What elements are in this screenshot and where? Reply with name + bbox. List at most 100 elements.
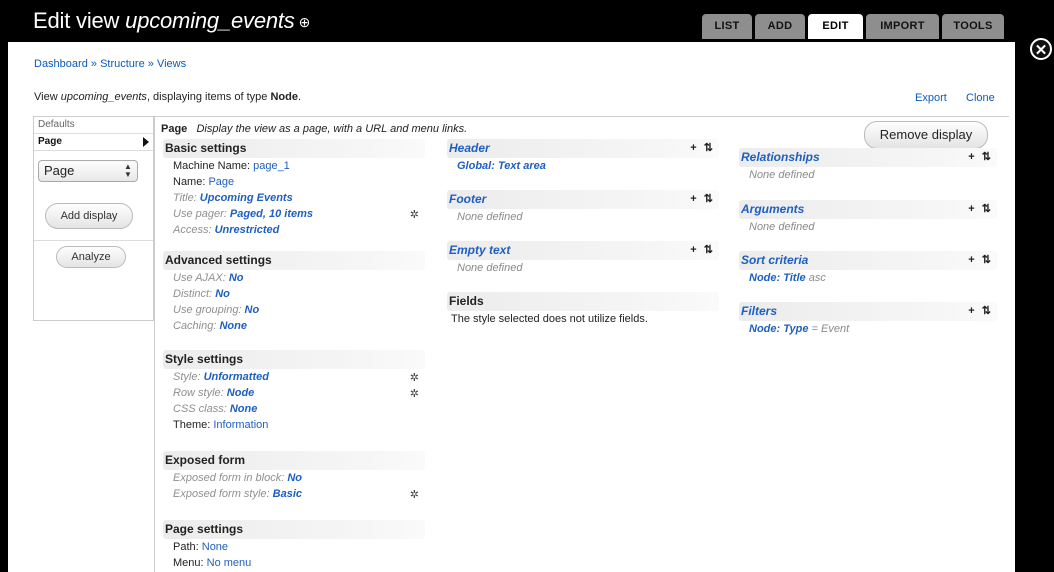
display-page[interactable]: Page	[34, 134, 153, 151]
setting-value[interactable]: Basic	[273, 488, 302, 500]
setting-value[interactable]: None	[202, 541, 228, 553]
close-icon[interactable]: ✕	[1030, 38, 1052, 60]
setting-value[interactable]: No	[229, 272, 244, 284]
setting-access: Access: Unrestricted	[163, 222, 425, 238]
setting-value[interactable]: Node: Title	[749, 272, 806, 284]
setting-value[interactable]: Unrestricted	[215, 224, 280, 236]
add-rearrange-icon[interactable]: + ⇅	[690, 241, 715, 260]
setting-title: Title: Upcoming Events	[163, 190, 425, 206]
gear-icon[interactable]: ✲	[410, 207, 419, 223]
setting-value[interactable]: None	[219, 320, 247, 332]
display-type-select[interactable]: Page ▲ ▼	[38, 160, 138, 182]
setting-value[interactable]: No	[287, 472, 302, 484]
tab-import[interactable]: IMPORT	[866, 14, 939, 39]
gear-icon[interactable]: ✲	[410, 487, 419, 503]
setting-caching: Caching: None	[163, 318, 425, 334]
setting-value[interactable]: Information	[213, 419, 268, 431]
setting-distinct: Distinct: No	[163, 286, 425, 302]
setting-value[interactable]: Unformatted	[204, 371, 269, 383]
page-settings-section: Page settings Path: None Menu: No menu	[163, 520, 425, 571]
section-heading: Arguments + ⇅	[739, 200, 997, 219]
setting-path: Path: None	[163, 539, 425, 555]
setting-label: Menu:	[173, 557, 207, 569]
view-desc-text: , displaying items of type	[146, 91, 271, 103]
view-desc-name: upcoming_events	[60, 91, 147, 103]
clone-link[interactable]: Clone	[966, 92, 995, 104]
page-title: Edit view upcoming_events ⊕	[33, 8, 310, 34]
footer-section: Footer + ⇅ None defined	[447, 190, 719, 225]
arguments-title[interactable]: Arguments	[741, 202, 804, 216]
display-defaults[interactable]: Defaults	[34, 117, 153, 134]
setting-label: Row style:	[173, 387, 227, 399]
add-rearrange-icon[interactable]: + ⇅	[968, 251, 993, 270]
footer-item: None defined	[457, 211, 523, 223]
header-title[interactable]: Header	[449, 141, 490, 155]
exposed-form-section: Exposed form Exposed form in block: No E…	[163, 451, 425, 502]
export-link[interactable]: Export	[915, 92, 947, 104]
add-rearrange-icon[interactable]: + ⇅	[968, 148, 993, 167]
fields-section: Fields The style selected does not utili…	[447, 292, 719, 327]
setting-label: Title:	[173, 192, 200, 204]
view-description: View upcoming_events, displaying items o…	[34, 91, 301, 103]
setting-name: Name: Page	[163, 174, 425, 190]
tab-tools[interactable]: TOOLS	[942, 14, 1004, 39]
expand-title-icon[interactable]: ⊕	[299, 14, 311, 30]
setting-menu: Menu: No menu	[163, 555, 425, 571]
analyze-button[interactable]: Analyze	[56, 246, 126, 268]
tab-add[interactable]: ADD	[755, 14, 805, 39]
setting-ajax: Use AJAX: No	[163, 270, 425, 286]
display-select-value: Page	[44, 163, 75, 178]
empty-text-title[interactable]: Empty text	[449, 243, 510, 257]
setting-value[interactable]: Global: Text area	[457, 160, 546, 172]
page-content: Dashboard » Structure » Views View upcom…	[8, 42, 1015, 572]
header-section: Header + ⇅ Global: Text area	[447, 139, 719, 174]
setting-value[interactable]: page_1	[253, 160, 290, 172]
sort-item: Node: Title asc	[739, 270, 997, 286]
setting-grouping: Use grouping: No	[163, 302, 425, 318]
tab-list[interactable]: LIST	[702, 14, 752, 39]
setting-value[interactable]: No	[245, 304, 260, 316]
add-display-button[interactable]: Add display	[45, 203, 133, 229]
setting-value[interactable]: Page	[208, 176, 234, 188]
display-heading: Page Display the view as a page, with a …	[161, 123, 467, 135]
setting-value[interactable]: Node	[227, 387, 255, 399]
section-heading: Empty text + ⇅	[447, 241, 719, 260]
add-rearrange-icon[interactable]: + ⇅	[968, 302, 993, 321]
setting-label: Caching:	[173, 320, 220, 332]
sort-criteria-section: Sort criteria + ⇅ Node: Title asc	[739, 251, 997, 286]
setting-label: Use grouping:	[173, 304, 245, 316]
setting-value[interactable]: Paged, 10 items	[230, 208, 313, 220]
setting-exposed-style: Exposed form style: Basic ✲	[163, 486, 425, 502]
setting-label: Path:	[173, 541, 202, 553]
section-heading: Fields	[447, 292, 719, 311]
gear-icon[interactable]: ✲	[410, 370, 419, 386]
setting-label: Access:	[173, 224, 215, 236]
footer-title[interactable]: Footer	[449, 192, 486, 206]
divider	[34, 240, 153, 241]
setting-value[interactable]: No menu	[207, 557, 252, 569]
add-rearrange-icon[interactable]: + ⇅	[968, 200, 993, 219]
section-heading: Advanced settings	[163, 251, 425, 270]
setting-value[interactable]: Node: Type	[749, 323, 809, 335]
setting-label: Distinct:	[173, 288, 216, 300]
sort-criteria-title[interactable]: Sort criteria	[741, 253, 808, 267]
breadcrumb-structure[interactable]: Structure	[100, 58, 145, 70]
tab-edit[interactable]: EDIT	[808, 14, 863, 39]
setting-value[interactable]: None	[230, 403, 258, 415]
gear-icon[interactable]: ✲	[410, 386, 419, 402]
view-desc-text: View	[34, 91, 61, 103]
section-heading: Sort criteria + ⇅	[739, 251, 997, 270]
setting-value[interactable]: No	[215, 288, 230, 300]
add-rearrange-icon[interactable]: + ⇅	[690, 139, 715, 158]
add-rearrange-icon[interactable]: + ⇅	[690, 190, 715, 209]
relationships-title[interactable]: Relationships	[741, 150, 820, 164]
filters-title[interactable]: Filters	[741, 304, 777, 318]
style-settings-section: Style settings Style: Unformatted ✲ Row s…	[163, 350, 425, 433]
remove-display-button[interactable]: Remove display	[864, 121, 988, 149]
section-heading: Style settings	[163, 350, 425, 369]
setting-exposed-block: Exposed form in block: No	[163, 470, 425, 486]
setting-value[interactable]: Upcoming Events	[200, 192, 293, 204]
setting-css-class: CSS class: None	[163, 401, 425, 417]
breadcrumb-dashboard[interactable]: Dashboard	[34, 58, 88, 70]
breadcrumb-views[interactable]: Views	[157, 58, 186, 70]
